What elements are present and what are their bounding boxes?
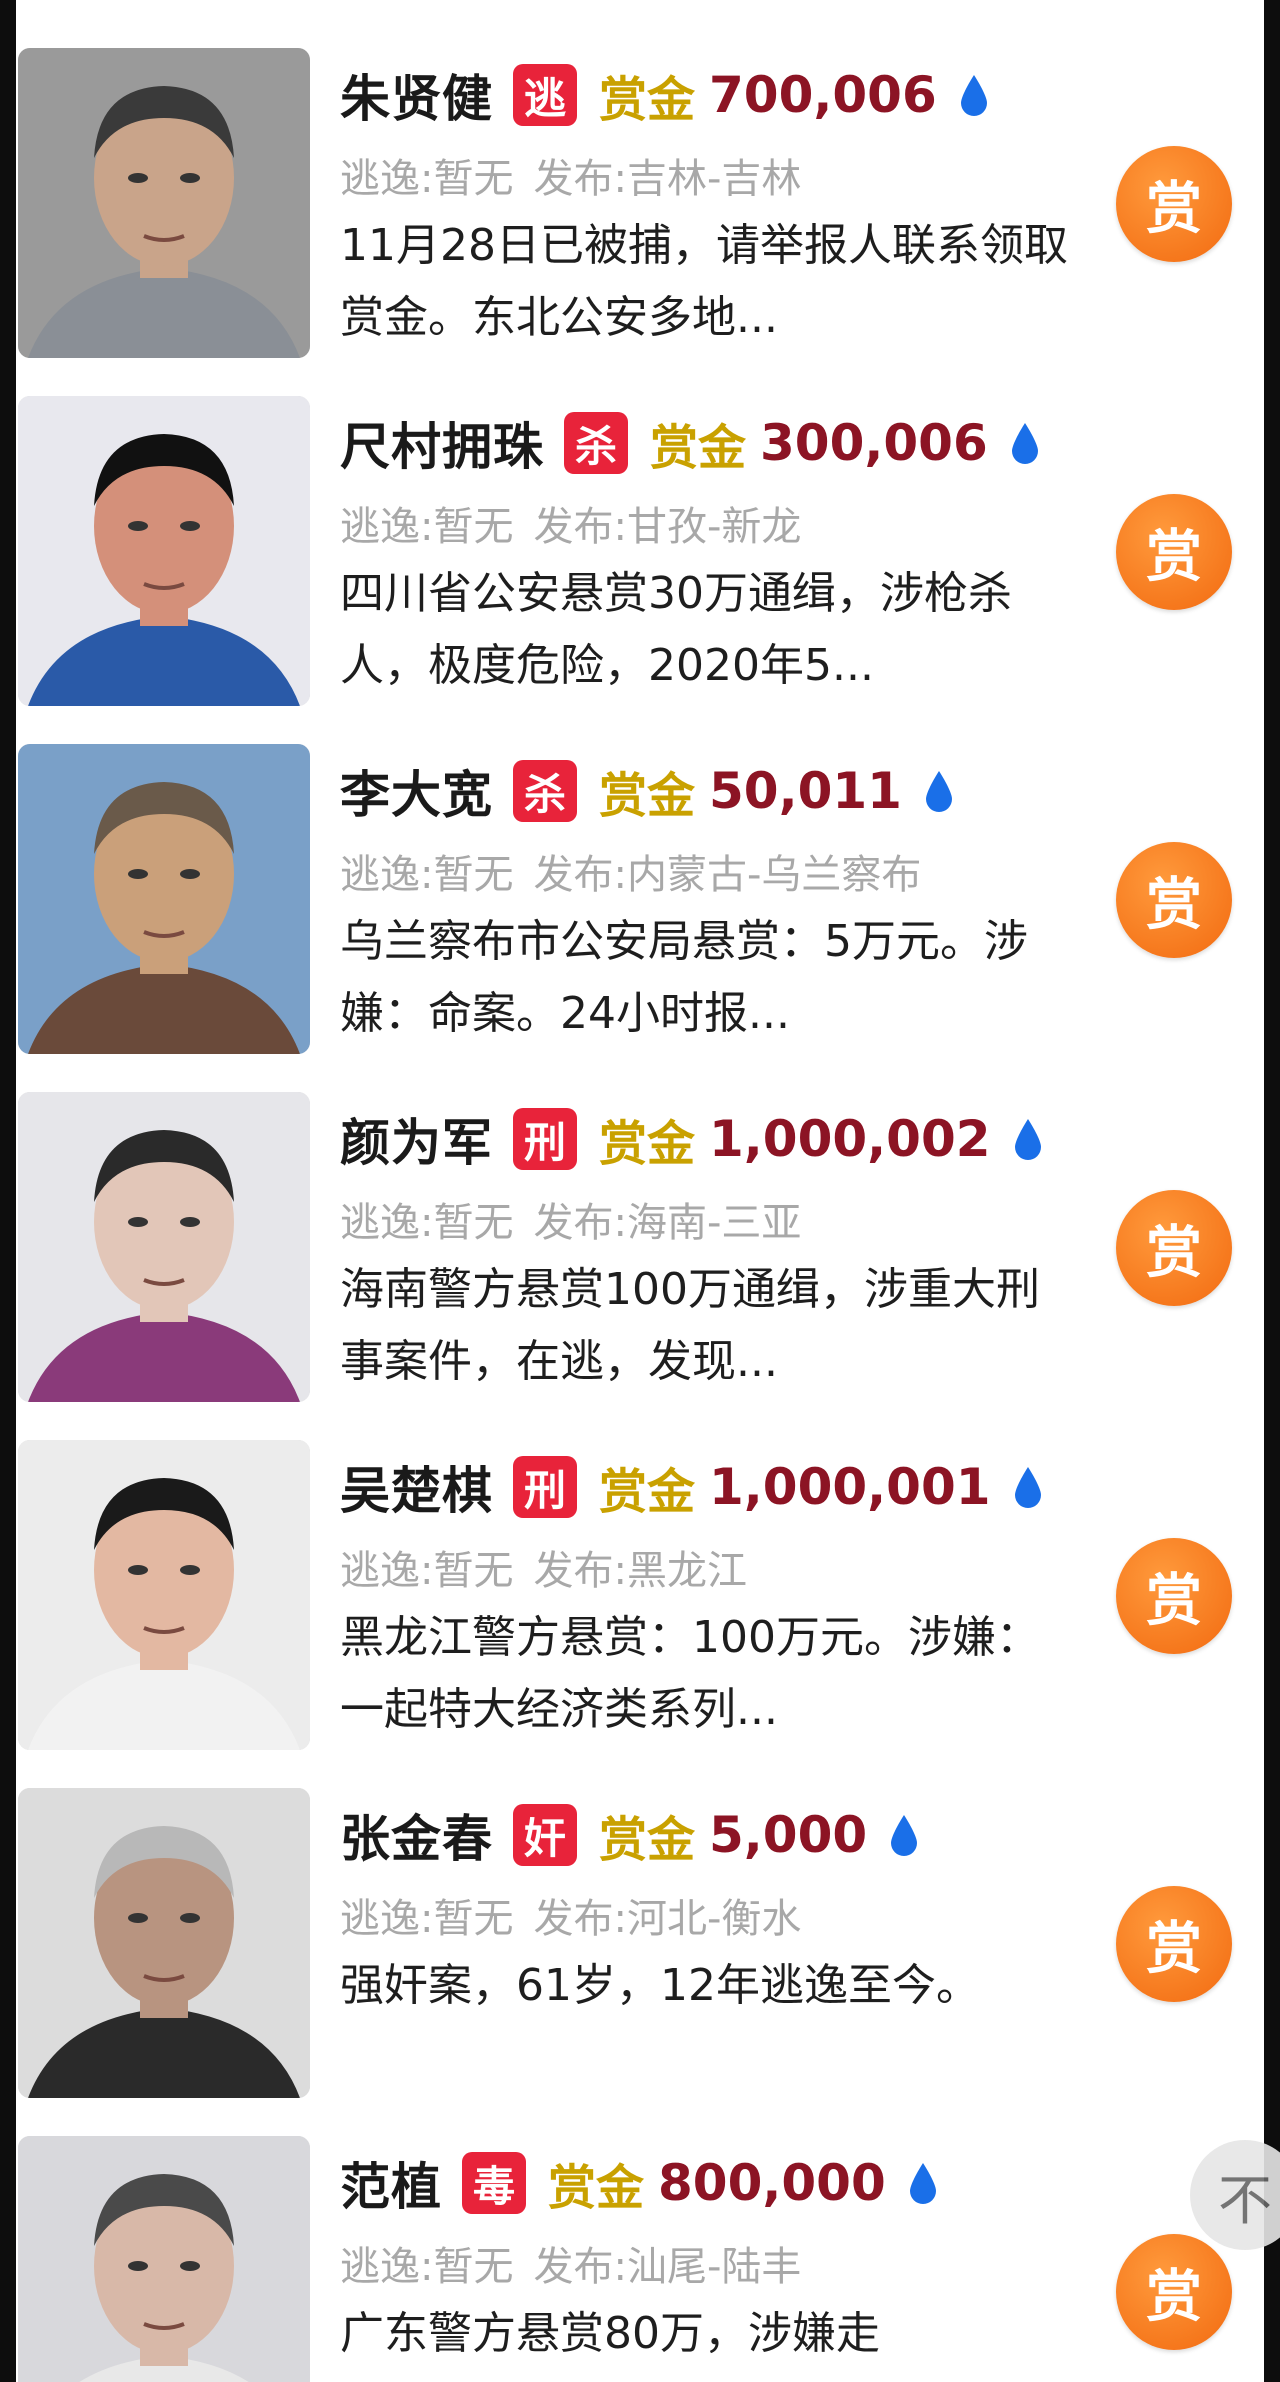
publish-location: 发布:海南-三亚 [533,1200,802,1246]
drop-icon [1014,1467,1041,1508]
suspect-photo [18,1788,310,2098]
suspect-photo [18,48,310,358]
crime-badge: 逃 [513,64,577,126]
case-description: 乌兰察布市公安局悬赏：5万元。涉嫌：命案。24小时报... [340,916,1028,1039]
bounty-amount: 1,000,001 [709,1458,991,1516]
bounty-amount: 300,006 [760,414,988,472]
publish-location: 发布:黑龙江 [533,1548,747,1594]
wanted-entry[interactable]: 颜为军刑赏金 1,000,002 逃逸:暂无 发布:海南-三亚海南警方悬赏100万通缉… [16,1044,1264,1402]
name-row: 范植毒赏金 800,000 [340,2146,938,2220]
bounty-label: 赏金 [599,1812,696,1868]
bounty-label: 赏金 [599,1116,696,1172]
crime-badge: 杀 [564,412,628,474]
bounty-amount: 700,006 [709,66,937,124]
bounty-label: 赏金 [599,768,696,824]
case-description: 11月28日已被捕，请举报人联系领取赏金。东北公安多地... [340,220,1068,343]
meta-line: 逃逸:暂无 发布:黑龙江 [340,1538,767,1596]
wanted-list: 朱贤健逃赏金 700,006 逃逸:暂无 发布:吉林-吉林 11月28日已被捕，请举报人… [16,0,1264,2382]
meta-line: 逃逸:暂无 发布:甘孜-新龙 [340,494,821,552]
meta-line: 逃逸:暂无 发布:吉林-吉林 [340,146,821,204]
wanted-entry[interactable]: 朱贤健逃赏金 700,006 逃逸:暂无 发布:吉林-吉林 11月28日已被捕，请举报人… [16,0,1264,358]
escape-status: 逃逸:暂无 [340,852,514,898]
crime-badge: 刑 [513,1108,577,1170]
bounty-amount: 800,000 [658,2154,886,2212]
drop-icon [1014,1119,1041,1160]
publish-location: 发布:河北-衡水 [533,1896,802,1942]
drop-icon [909,2163,936,2204]
bounty-label: 赏金 [650,420,747,476]
bounty-amount: 5,000 [709,1806,868,1864]
escape-status: 逃逸:暂无 [340,156,514,202]
bounty-amount: 50,011 [709,762,902,820]
suspect-name[interactable]: 李大宽 [340,755,493,827]
reward-button[interactable]: 赏 [1116,494,1232,610]
drop-icon [960,75,987,116]
suspect-photo [18,1440,310,1750]
suspect-name[interactable]: 吴楚棋 [340,1451,493,1523]
name-row: 尺村拥珠杀赏金 300,006 [340,406,1040,480]
wanted-entry[interactable]: 吴楚棋刑赏金 1,000,001 逃逸:暂无 发布:黑龙江黑龙江警方悬赏：100万元。… [16,1392,1264,1750]
meta-line: 逃逸:暂无 发布:汕尾-陆丰 [340,2234,821,2292]
suspect-photo [18,1092,310,1402]
case-description: 海南警方悬赏100万通缉，涉重大刑事案件，在逃，发现... [340,1264,1040,1387]
escape-status: 逃逸:暂无 [340,1548,514,1594]
reward-button[interactable]: 赏 [1116,1886,1232,2002]
bounty-label: 赏金 [599,72,696,128]
suspect-photo [18,2136,310,2382]
meta-line: 逃逸:暂无 发布:内蒙古-乌兰察布 [340,842,941,900]
drop-icon [925,771,952,812]
publish-location: 发布:汕尾-陆丰 [533,2244,802,2290]
crime-badge: 奸 [513,1804,577,1866]
case-description: 广东警方悬赏80万，涉嫌走 [340,2308,880,2359]
drop-icon [891,1815,918,1856]
name-row: 李大宽杀赏金 50,011 [340,754,954,828]
drop-icon [1011,423,1038,464]
name-row: 张金春奸赏金 5,000 [340,1798,919,1872]
bounty-label: 赏金 [599,1464,696,1520]
meta-line: 逃逸:暂无 发布:海南-三亚 [340,1190,821,1248]
suspect-photo [18,744,310,1054]
name-row: 朱贤健逃赏金 700,006 [340,58,989,132]
escape-status: 逃逸:暂无 [340,1896,514,1942]
escape-status: 逃逸:暂无 [340,2244,514,2290]
reward-button[interactable]: 赏 [1116,1190,1232,1306]
bounty-amount: 1,000,002 [709,1110,991,1168]
crime-badge: 杀 [513,760,577,822]
reward-button[interactable]: 赏 [1116,146,1232,262]
case-description: 黑龙江警方悬赏：100万元。涉嫌：一起特大经济类系列... [340,1612,1040,1735]
wanted-entry[interactable]: 李大宽杀赏金 50,011 逃逸:暂无 发布:内蒙古-乌兰察布乌兰察布市公安局悬赏：5… [16,696,1264,1054]
reward-button[interactable]: 赏 [1116,2234,1232,2350]
suspect-name[interactable]: 朱贤健 [340,59,493,131]
publish-location: 发布:吉林-吉林 [533,156,802,202]
wanted-entry[interactable]: 尺村拥珠杀赏金 300,006 逃逸:暂无 发布:甘孜-新龙四川省公安悬赏30万通缉，… [16,348,1264,706]
meta-line: 逃逸:暂无 发布:河北-衡水 [340,1886,821,1944]
bounty-label: 赏金 [548,2160,645,2216]
reward-button[interactable]: 赏 [1116,1538,1232,1654]
wanted-entry[interactable]: 范植毒赏金 800,000 逃逸:暂无 发布:汕尾-陆丰广东警方悬赏80万，涉嫌走 赏 [16,2088,1264,2382]
crime-badge: 毒 [462,2152,526,2214]
suspect-name[interactable]: 范植 [340,2147,442,2219]
escape-status: 逃逸:暂无 [340,504,514,550]
wanted-entry[interactable]: 张金春奸赏金 5,000 逃逸:暂无 发布:河北-衡水强奸案，61岁，12年逃逸至今。… [16,1740,1264,2098]
name-row: 吴楚棋刑赏金 1,000,001 [340,1450,1043,1524]
case-description: 强奸案，61岁，12年逃逸至今。 [340,1960,980,2011]
suspect-name[interactable]: 颜为军 [340,1103,493,1175]
crime-badge: 刑 [513,1456,577,1518]
suspect-name[interactable]: 尺村拥珠 [340,407,544,479]
case-description: 四川省公安悬赏30万通缉，涉枪杀人，极度危险，2020年5... [340,568,1012,691]
suspect-photo [18,396,310,706]
reward-button[interactable]: 赏 [1116,842,1232,958]
publish-location: 发布:甘孜-新龙 [533,504,802,550]
publish-location: 发布:内蒙古-乌兰察布 [533,852,922,898]
name-row: 颜为军刑赏金 1,000,002 [340,1102,1043,1176]
escape-status: 逃逸:暂无 [340,1200,514,1246]
suspect-name[interactable]: 张金春 [340,1799,493,1871]
